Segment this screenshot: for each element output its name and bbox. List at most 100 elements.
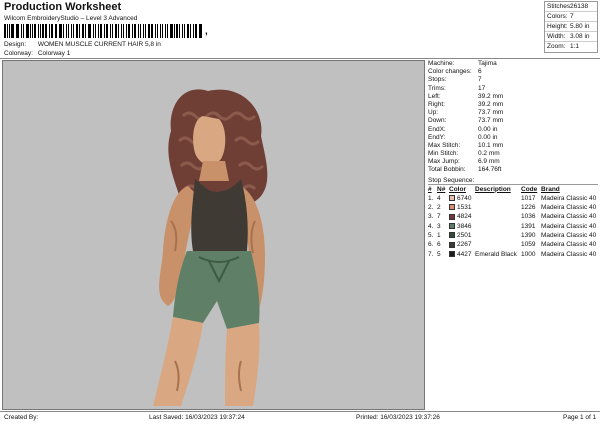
thread-code: 1391 <box>521 222 536 230</box>
stop-index: 3. <box>428 213 434 221</box>
detail-value: 73.7 mm <box>478 109 504 117</box>
color-description <box>475 203 521 212</box>
thread-code: 1059 <box>521 241 536 249</box>
color-swatch <box>449 250 455 257</box>
machine-details: Machine: Tajima Color changes: 6 Stops: 7 Trim… <box>428 60 598 259</box>
thread-code: 1017 <box>521 194 536 202</box>
thread-brand: Madeira Classic 40 <box>541 231 597 239</box>
color-cell: 2267 <box>449 240 475 249</box>
color-description <box>475 212 521 221</box>
table-row: 6. 6 2267 1059 Madeira Classic 40 <box>428 240 598 249</box>
detail-row: Min Stitch: 0.2 mm <box>428 150 598 158</box>
table-header: # N# Color Description Code Brand <box>428 185 560 193</box>
printed-date: Printed: 16/03/2023 19:37:26 <box>356 414 440 421</box>
detail-key: Trims: <box>428 84 446 92</box>
thread-brand: Madeira Classic 40 <box>541 204 597 212</box>
embroidery-figure <box>153 89 268 406</box>
detail-value: 7 <box>478 76 482 84</box>
color-swatch <box>449 232 455 239</box>
detail-row: Down: 73.7 mm <box>428 117 598 125</box>
color-cell: 3846 <box>449 222 475 231</box>
software-subtitle: Wilcom EmbroideryStudio – Level 3 Advanc… <box>4 15 138 22</box>
detail-row: Machine: Tajima <box>428 60 598 68</box>
color-cell: 2501 <box>449 231 475 240</box>
neck-shape <box>199 161 229 181</box>
thread-brand: Madeira Classic 40 <box>541 194 597 202</box>
design-preview <box>2 60 425 410</box>
detail-value: 10.1 mm <box>478 141 504 149</box>
thread-brand: Madeira Classic 40 <box>541 241 597 249</box>
color-number: 2267 <box>457 241 472 249</box>
last-saved: Last Saved: 16/03/2023 19:37:24 <box>149 414 245 421</box>
needle-number: 3 <box>437 222 441 230</box>
detail-value: 17 <box>478 84 486 92</box>
design-barcode <box>4 24 204 38</box>
detail-value: 0.00 in <box>478 133 498 141</box>
thread-brand: Madeira Classic 40 <box>541 213 597 221</box>
needle-number: 7 <box>437 213 441 221</box>
detail-row: Max Jump: 6.9 mm <box>428 158 598 166</box>
color-number: 3846 <box>457 222 472 230</box>
summary-row: Stitches: 26138 <box>545 2 597 12</box>
summary-row: Width: 3.08 in <box>545 32 597 42</box>
detail-row: Total Bobbin: 164.76ft <box>428 166 598 174</box>
detail-value: 39.2 mm <box>478 100 504 108</box>
summary-box: Stitches: 26138 Colors: 7 Height: 5.80 in W… <box>544 1 598 53</box>
thread-code: 1036 <box>521 213 536 221</box>
design-info: Design: WOMEN MUSCLE CURRENT HAIR 5,8 in <box>4 41 161 48</box>
detail-key: Left: <box>428 92 441 100</box>
detail-key: Down: <box>428 117 447 125</box>
detail-row: Max Stitch: 10.1 mm <box>428 142 598 150</box>
footer: Created By: Last Saved: 16/03/2023 19:37… <box>0 412 600 424</box>
stop-sequence-table: # N# Color Description Code Brand 1. 4 6 7 4… <box>428 185 598 259</box>
stop-sequence-title: Stop Sequence: <box>428 176 598 185</box>
color-number: 4824 <box>457 213 472 221</box>
thread-code: 1000 <box>521 250 536 258</box>
detail-value: 6.9 mm <box>478 158 500 166</box>
design-value: WOMEN MUSCLE CURRENT HAIR 5,8 in <box>37 41 161 48</box>
color-swatch <box>449 213 455 220</box>
needle-number: 4 <box>437 194 441 202</box>
color-swatch <box>449 241 455 248</box>
needle-number: 6 <box>437 241 441 249</box>
detail-row: Right: 39.2 mm <box>428 101 598 109</box>
color-swatch <box>449 222 455 229</box>
header-divider <box>0 58 600 59</box>
color-cell: 1531 <box>449 203 475 212</box>
needle-number: 2 <box>437 204 441 212</box>
color-number: 4427 <box>457 250 472 258</box>
detail-key: Right: <box>428 100 445 108</box>
stop-index: 7. <box>428 250 434 258</box>
face-shape <box>193 116 226 165</box>
detail-key: Max Stitch: <box>428 141 461 149</box>
detail-key: Color changes: <box>428 68 472 76</box>
color-cell: 4427 <box>449 249 475 258</box>
color-description <box>475 222 521 231</box>
needle-number: 5 <box>437 250 441 258</box>
stop-index: 6. <box>428 241 434 249</box>
detail-key: EndX: <box>428 125 446 133</box>
table-row: 4. 3 3846 1391 Madeira Classic 40 <box>428 222 598 231</box>
table-row: 1. 4 6740 1017 Madeira Classic 40 <box>428 194 598 203</box>
thread-brand: Madeira Classic 40 <box>541 250 597 258</box>
table-row: 7. 5 4427 Emerald Black 1000 Madeira Classic … <box>428 249 598 258</box>
stop-index: 5. <box>428 231 434 239</box>
barcode-comma: , <box>205 26 208 37</box>
table-row: 2. 2 1531 1226 Madeira Classic 40 <box>428 203 598 212</box>
summary-row: Colors: 7 <box>545 12 597 22</box>
color-swatch <box>449 195 455 202</box>
detail-row: Left: 39.2 mm <box>428 93 598 101</box>
detail-row: Trims: 17 <box>428 85 598 93</box>
detail-value: 39.2 mm <box>478 92 504 100</box>
color-swatch <box>449 204 455 211</box>
color-cell: 4824 <box>449 212 475 221</box>
thread-code: 1226 <box>521 204 536 212</box>
detail-key: Max Jump: <box>428 158 460 166</box>
color-description: Emerald Black <box>475 250 517 258</box>
color-number: 2501 <box>457 231 472 239</box>
detail-row: Up: 73.7 mm <box>428 109 598 117</box>
stop-index: 1. <box>428 194 434 202</box>
color-description <box>475 194 521 203</box>
needle-number: 1 <box>437 231 441 239</box>
detail-key: Stops: <box>428 76 447 84</box>
